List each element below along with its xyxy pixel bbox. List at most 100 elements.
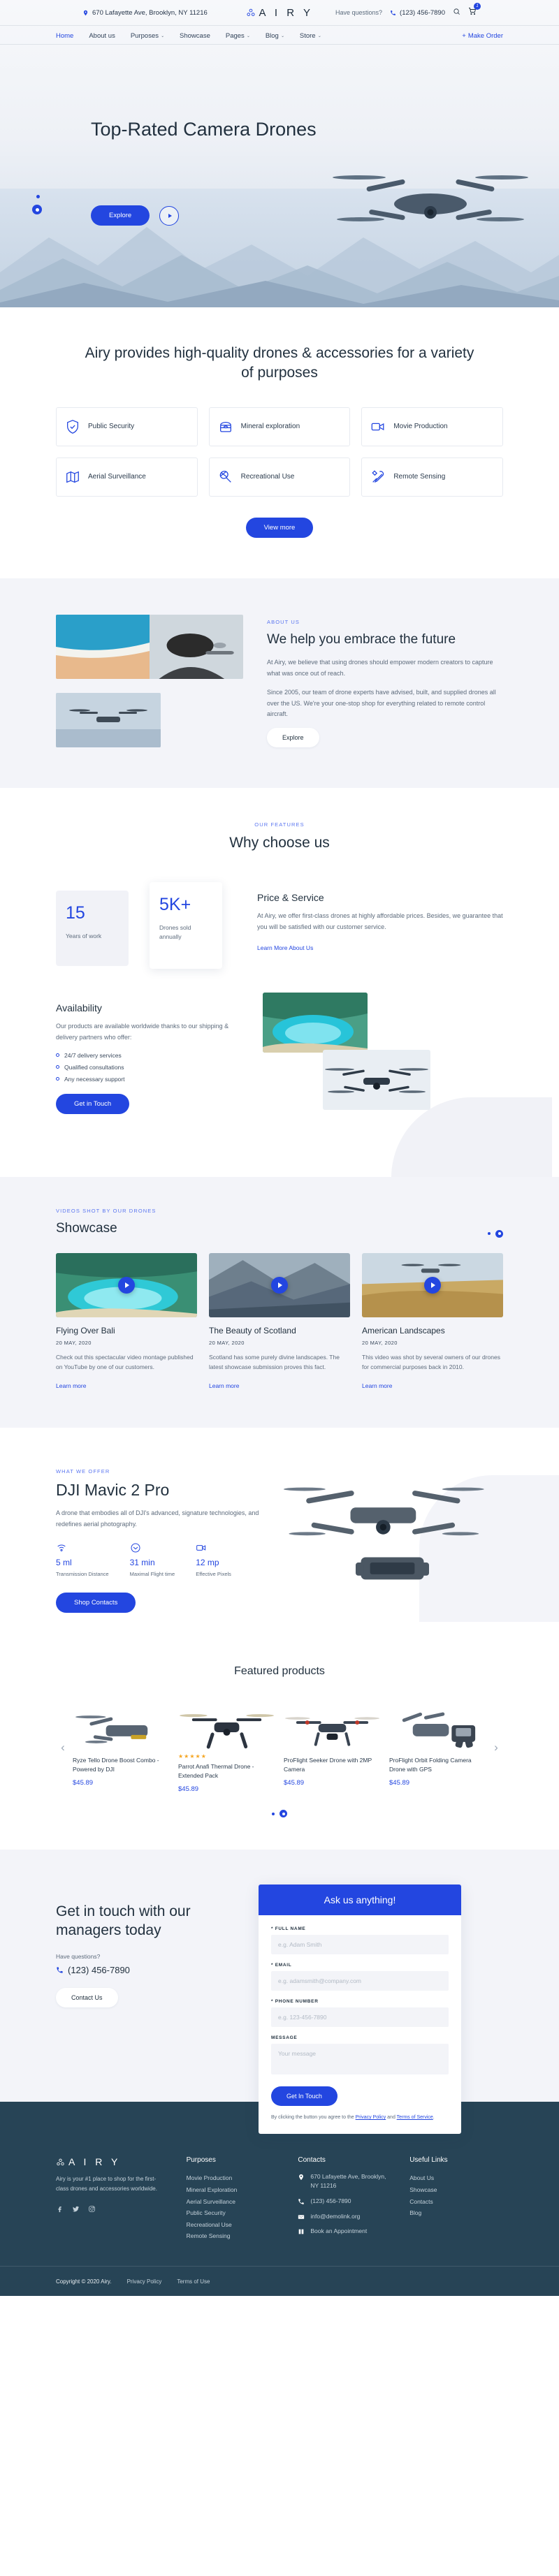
footer-contact-text: 670 Lafayette Ave, Brooklyn, NY 11216 xyxy=(310,2173,386,2190)
phone-number-input[interactable] xyxy=(271,2007,449,2028)
product-card-parrot-anafi[interactable]: ★★★★★ Parrot Anafi Thermal Drone - Exten… xyxy=(178,1702,275,1793)
list-item: Any necessary support xyxy=(56,1076,231,1083)
products-pagination-dots[interactable] xyxy=(56,1810,503,1818)
footer-contact-text: info@demolink.org xyxy=(310,2212,361,2220)
header-address: 670 Lafayette Ave, Brooklyn, NY 11216 xyxy=(82,9,208,17)
footer-link-aerial-surveillance[interactable]: Aerial Surveillance xyxy=(187,2196,280,2208)
nav-item-about-us[interactable]: About us xyxy=(89,32,115,40)
nav-item-home[interactable]: Home xyxy=(56,32,73,40)
about-images xyxy=(56,614,243,747)
instagram-icon[interactable] xyxy=(88,2204,96,2216)
plus-icon: + xyxy=(462,31,466,40)
showcase-grid: Flying Over Bali 20 MAY, 2020 Check out … xyxy=(56,1252,503,1391)
footer-logo[interactable]: A I R Y xyxy=(56,2156,168,2167)
footer-link-recreational-use[interactable]: Recreational Use xyxy=(187,2219,280,2231)
shop-contacts-button[interactable]: Shop Contacts xyxy=(56,1592,136,1613)
nav-item-pages[interactable]: Pages ⌄ xyxy=(226,32,250,40)
features-row: 15 Years of work 5K+ Drones sold annuall… xyxy=(56,882,503,969)
cart-icon[interactable]: 1 xyxy=(468,3,481,19)
drone-dark-photo xyxy=(323,1050,430,1111)
privacy-policy-link[interactable]: Privacy Policy xyxy=(356,2115,386,2120)
get-in-touch-submit-button[interactable]: Get In Touch xyxy=(271,2086,337,2107)
footer-link-remote-sensing[interactable]: Remote Sensing xyxy=(187,2230,280,2242)
footer-link-public-security[interactable]: Public Security xyxy=(187,2207,280,2219)
purpose-card-aerial-surveillance[interactable]: Aerial Surveillance xyxy=(56,457,198,497)
get-in-touch-button[interactable]: Get in Touch xyxy=(56,1093,130,1114)
spec-value: 12 mp xyxy=(196,1558,219,1568)
terms-of-service-link[interactable]: Terms of Service xyxy=(397,2115,433,2120)
play-button[interactable] xyxy=(424,1276,441,1294)
showcase-thumbnail[interactable] xyxy=(209,1252,350,1317)
contact-phone[interactable]: (123) 456-7890 xyxy=(56,1965,231,1975)
purposes-section: Airy provides high-quality drones & acce… xyxy=(0,307,559,578)
purpose-card-remote-sensing[interactable]: Remote Sensing xyxy=(361,457,503,497)
pagination-dot-active[interactable] xyxy=(495,1229,503,1238)
product-card-proflight-orbit[interactable]: ProFlight Orbit Folding Camera Drone wit… xyxy=(389,1702,486,1793)
header-phone[interactable]: (123) 456-7890 xyxy=(390,9,445,17)
about-explore-button[interactable]: Explore xyxy=(267,728,319,748)
hero-explore-button[interactable]: Explore xyxy=(91,205,150,226)
copyright-text: Copyright © 2020 Airy. xyxy=(56,2278,112,2285)
nav-item-showcase[interactable]: Showcase xyxy=(180,32,210,40)
carousel-next-button[interactable]: › xyxy=(489,1741,503,1753)
message-textarea[interactable] xyxy=(271,2044,449,2075)
twitter-icon[interactable] xyxy=(72,2204,80,2216)
purpose-card-movie-production[interactable]: Movie Production xyxy=(361,407,503,446)
brand-name: A I R Y xyxy=(259,6,314,19)
footer-contact-address[interactable]: 670 Lafayette Ave, Brooklyn, NY 11216 xyxy=(298,2172,391,2190)
play-button[interactable] xyxy=(271,1276,288,1294)
tools-icon xyxy=(370,469,386,485)
footer-privacy-policy-link[interactable]: Privacy Policy xyxy=(127,2278,162,2285)
pagination-dot-active[interactable] xyxy=(280,1810,287,1818)
email-input[interactable] xyxy=(271,1971,449,1991)
footer-link-about-us[interactable]: About Us xyxy=(409,2172,503,2184)
footer-contact-text: (123) 456-7890 xyxy=(310,2197,351,2204)
nav-item-store[interactable]: Store ⌄ xyxy=(300,32,321,40)
showcase-learn-more-link[interactable]: Learn more xyxy=(56,1382,86,1389)
contact-us-button[interactable]: Contact Us xyxy=(56,1987,118,2007)
view-more-button[interactable]: View more xyxy=(245,517,314,538)
product-name: ProFlight Seeker Drone with 2MP Camera xyxy=(284,1756,372,1773)
nav-item-purposes[interactable]: Purposes ⌄ xyxy=(131,32,164,40)
footer-link-contacts[interactable]: Contacts xyxy=(409,2196,503,2208)
pagination-dot[interactable] xyxy=(272,1812,275,1815)
header-phone-text: (123) 456-7890 xyxy=(400,8,445,17)
hero-play-button[interactable] xyxy=(159,205,180,226)
agreement-text: By clicking the button you agree to the … xyxy=(271,2114,449,2121)
showcase-learn-more-link[interactable]: Learn more xyxy=(362,1382,392,1389)
showcase-thumbnail[interactable] xyxy=(362,1252,503,1317)
footer-contact-appointment[interactable]: Book an Appointment xyxy=(298,2227,391,2236)
stat-card-drones-sold: 5K+ Drones sold annually xyxy=(150,882,222,969)
list-item: 24/7 delivery services xyxy=(56,1052,231,1059)
product-card-proflight-seeker[interactable]: ProFlight Seeker Drone with 2MP Camera $… xyxy=(284,1702,381,1793)
facebook-icon[interactable] xyxy=(56,2204,64,2216)
purpose-card-mineral-exploration[interactable]: Mineral exploration xyxy=(208,407,351,446)
showcase-learn-more-link[interactable]: Learn more xyxy=(209,1382,239,1389)
play-button[interactable] xyxy=(118,1276,135,1294)
shield-check-icon xyxy=(65,419,80,434)
footer-link-mineral-exploration[interactable]: Mineral Exploration xyxy=(187,2184,280,2196)
site-logo[interactable]: A I R Y xyxy=(246,7,314,19)
footer-contact-phone[interactable]: (123) 456-7890 xyxy=(298,2197,391,2206)
product-price: $45.89 xyxy=(389,1779,410,1787)
showcase-section: VIDEOS SHOT BY OUR DRONES Showcase Flyin… xyxy=(0,1177,559,1428)
nav-item-blog[interactable]: Blog ⌄ xyxy=(266,32,284,40)
footer-link-blog[interactable]: Blog xyxy=(409,2207,503,2219)
bullet-icon xyxy=(56,1077,59,1081)
showcase-pagination-dots[interactable] xyxy=(488,1229,503,1238)
make-order-button[interactable]: + Make Order xyxy=(462,32,503,40)
footer-link-showcase[interactable]: Showcase xyxy=(409,2184,503,2196)
purpose-card-recreational-use[interactable]: Recreational Use xyxy=(208,457,351,497)
footer-link-movie-production[interactable]: Movie Production xyxy=(187,2172,280,2184)
purpose-card-public-security[interactable]: Public Security xyxy=(56,407,198,446)
learn-more-about-us-link[interactable]: Learn More About Us xyxy=(257,944,313,951)
carousel-prev-button[interactable]: ‹ xyxy=(56,1741,70,1753)
contact-form-body: * FULL NAME * EMAIL * PHONE NUMBER MESSA… xyxy=(259,1915,461,2134)
showcase-thumbnail[interactable] xyxy=(56,1252,197,1317)
pagination-dot[interactable] xyxy=(488,1232,491,1236)
footer-contact-email[interactable]: info@demolink.org xyxy=(298,2212,391,2221)
search-icon[interactable] xyxy=(453,6,460,19)
footer-terms-of-use-link[interactable]: Terms of Use xyxy=(177,2278,210,2285)
product-card-ryze-tello[interactable]: Ryze Tello Drone Boost Combo - Powered b… xyxy=(73,1702,170,1793)
full-name-input[interactable] xyxy=(271,1935,449,1955)
